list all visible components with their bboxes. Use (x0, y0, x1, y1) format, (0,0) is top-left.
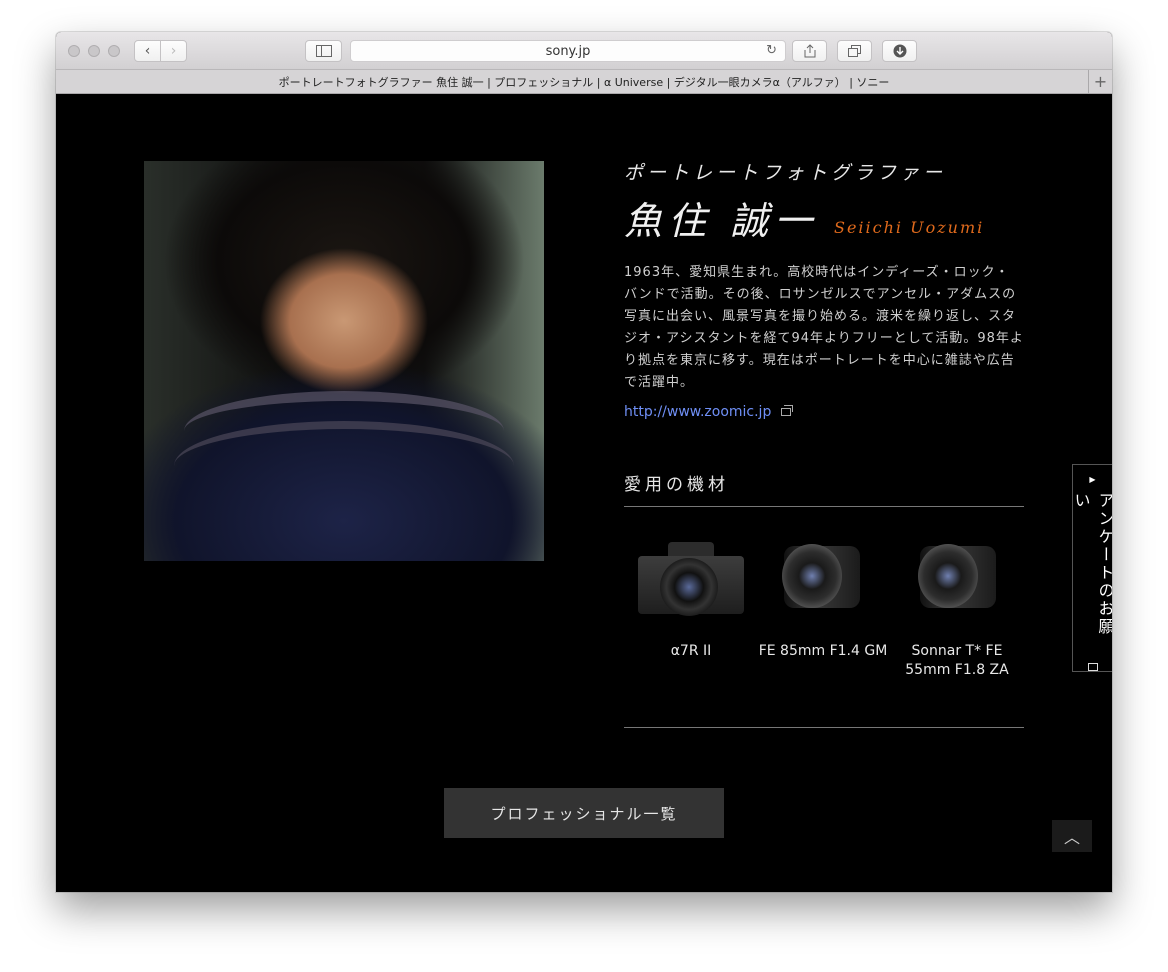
lens-icon (756, 538, 890, 622)
survey-label[interactable]: アンケートのお願い (1069, 492, 1113, 653)
url-text: sony.jp (545, 43, 591, 59)
tabs-overview-button[interactable] (837, 40, 872, 62)
equipment-item[interactable]: α7R II (624, 538, 758, 661)
survey-tab[interactable]: ▶ アンケートのお願い (1072, 464, 1112, 672)
divider (624, 727, 1024, 728)
profile-subtitle: ポートレートフォトグラファー (624, 162, 947, 184)
reload-icon[interactable]: ↻ (766, 43, 777, 58)
tab-bar: ポートレートフォトグラファー 魚住 誠一 | プロフェッショナル | α Uni… (56, 70, 1112, 94)
equipment-name[interactable]: Sonnar T* FE 55mm F1.8 ZA (890, 642, 1024, 680)
external-link-icon (781, 405, 794, 416)
lens-icon (890, 538, 1024, 622)
professional-list-button[interactable]: プロフェッショナル一覧 (444, 788, 724, 838)
share-button[interactable] (792, 40, 827, 62)
profile-name-ja: 魚住 誠一 (624, 199, 819, 243)
new-tab-button[interactable]: + (1088, 70, 1112, 93)
equipment-name[interactable]: FE 85mm F1.4 GM (756, 642, 890, 661)
browser-toolbar: ‹ › sony.jp ↻ (56, 32, 1112, 70)
downloads-button[interactable] (882, 40, 917, 62)
sidebar-icon (315, 45, 332, 57)
minimize-window-button[interactable] (88, 45, 100, 57)
browser-window: ‹ › sony.jp ↻ ポートレートフォトグラファー 魚住 誠一 | プロフ… (56, 32, 1112, 892)
download-icon (893, 44, 906, 58)
zoom-window-button[interactable] (108, 45, 120, 57)
navigation-buttons: ‹ › (134, 40, 187, 62)
forward-button[interactable]: › (160, 41, 186, 61)
close-window-button[interactable] (68, 45, 80, 57)
sidebar-toggle-button[interactable] (305, 40, 342, 62)
photographer-portrait (144, 161, 544, 561)
external-link-icon (1087, 663, 1098, 671)
equipment-heading: 愛用の機材 (624, 475, 729, 495)
address-bar[interactable]: sony.jp ↻ (350, 40, 786, 62)
triangle-right-icon: ▶ (1089, 475, 1096, 484)
active-tab[interactable]: ポートレートフォトグラファー 魚住 誠一 | プロフェッショナル | α Uni… (56, 74, 1112, 90)
back-to-top-button[interactable]: ︿ (1052, 820, 1092, 852)
back-button[interactable]: ‹ (135, 41, 160, 61)
website-link-text[interactable]: http://www.zoomic.jp (624, 404, 771, 420)
equipment-name[interactable]: α7R II (624, 642, 758, 661)
camera-body-icon (624, 538, 758, 622)
share-icon (804, 44, 815, 58)
portrait-detail (174, 421, 514, 511)
page-content: ポートレートフォトグラファー 魚住 誠一 Seiichi Uozumi 1963… (56, 94, 1112, 892)
website-link[interactable]: http://www.zoomic.jp (624, 404, 794, 420)
tabs-icon (848, 45, 861, 57)
divider (624, 506, 1024, 507)
profile-bio: 1963年、愛知県生まれ。高校時代はインディーズ・ロック・バンドで活動。その後、… (624, 265, 1024, 390)
equipment-item[interactable]: FE 85mm F1.4 GM (756, 538, 890, 661)
profile-name-en: Seiichi Uozumi (834, 218, 985, 237)
chevron-up-icon: ︿ (1063, 828, 1080, 847)
equipment-item[interactable]: Sonnar T* FE 55mm F1.8 ZA (890, 538, 1024, 680)
